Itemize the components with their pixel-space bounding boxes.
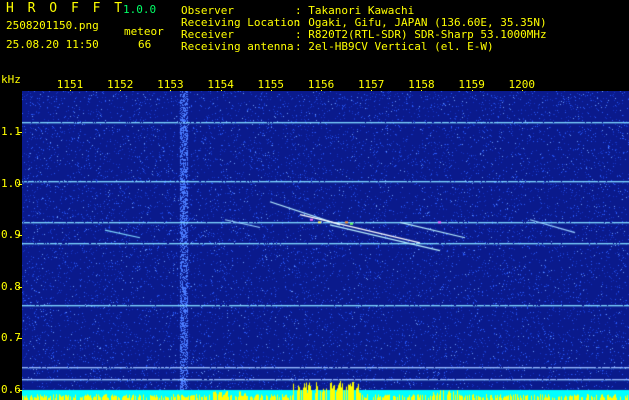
spectrogram-waterfall[interactable] (22, 91, 629, 400)
datetime: 25.08.20 11:50 (6, 38, 99, 51)
info-label-antenna: Receiving antenna (181, 40, 294, 53)
file-name: 2508201150.png (6, 19, 99, 32)
header-panel: H R O F F T 1.0.0 2508201150.png meteor … (0, 0, 629, 73)
app-name: H R O F F T (6, 1, 126, 16)
meteor-label: meteor (124, 25, 164, 38)
meteor-count: 66 (138, 38, 152, 51)
y-axis-unit: kHz (1, 73, 21, 86)
app-version: 1.0.0 (123, 3, 157, 16)
info-value-antenna: : 2el-HB9CV Vertical (el. E-W) (295, 40, 494, 53)
